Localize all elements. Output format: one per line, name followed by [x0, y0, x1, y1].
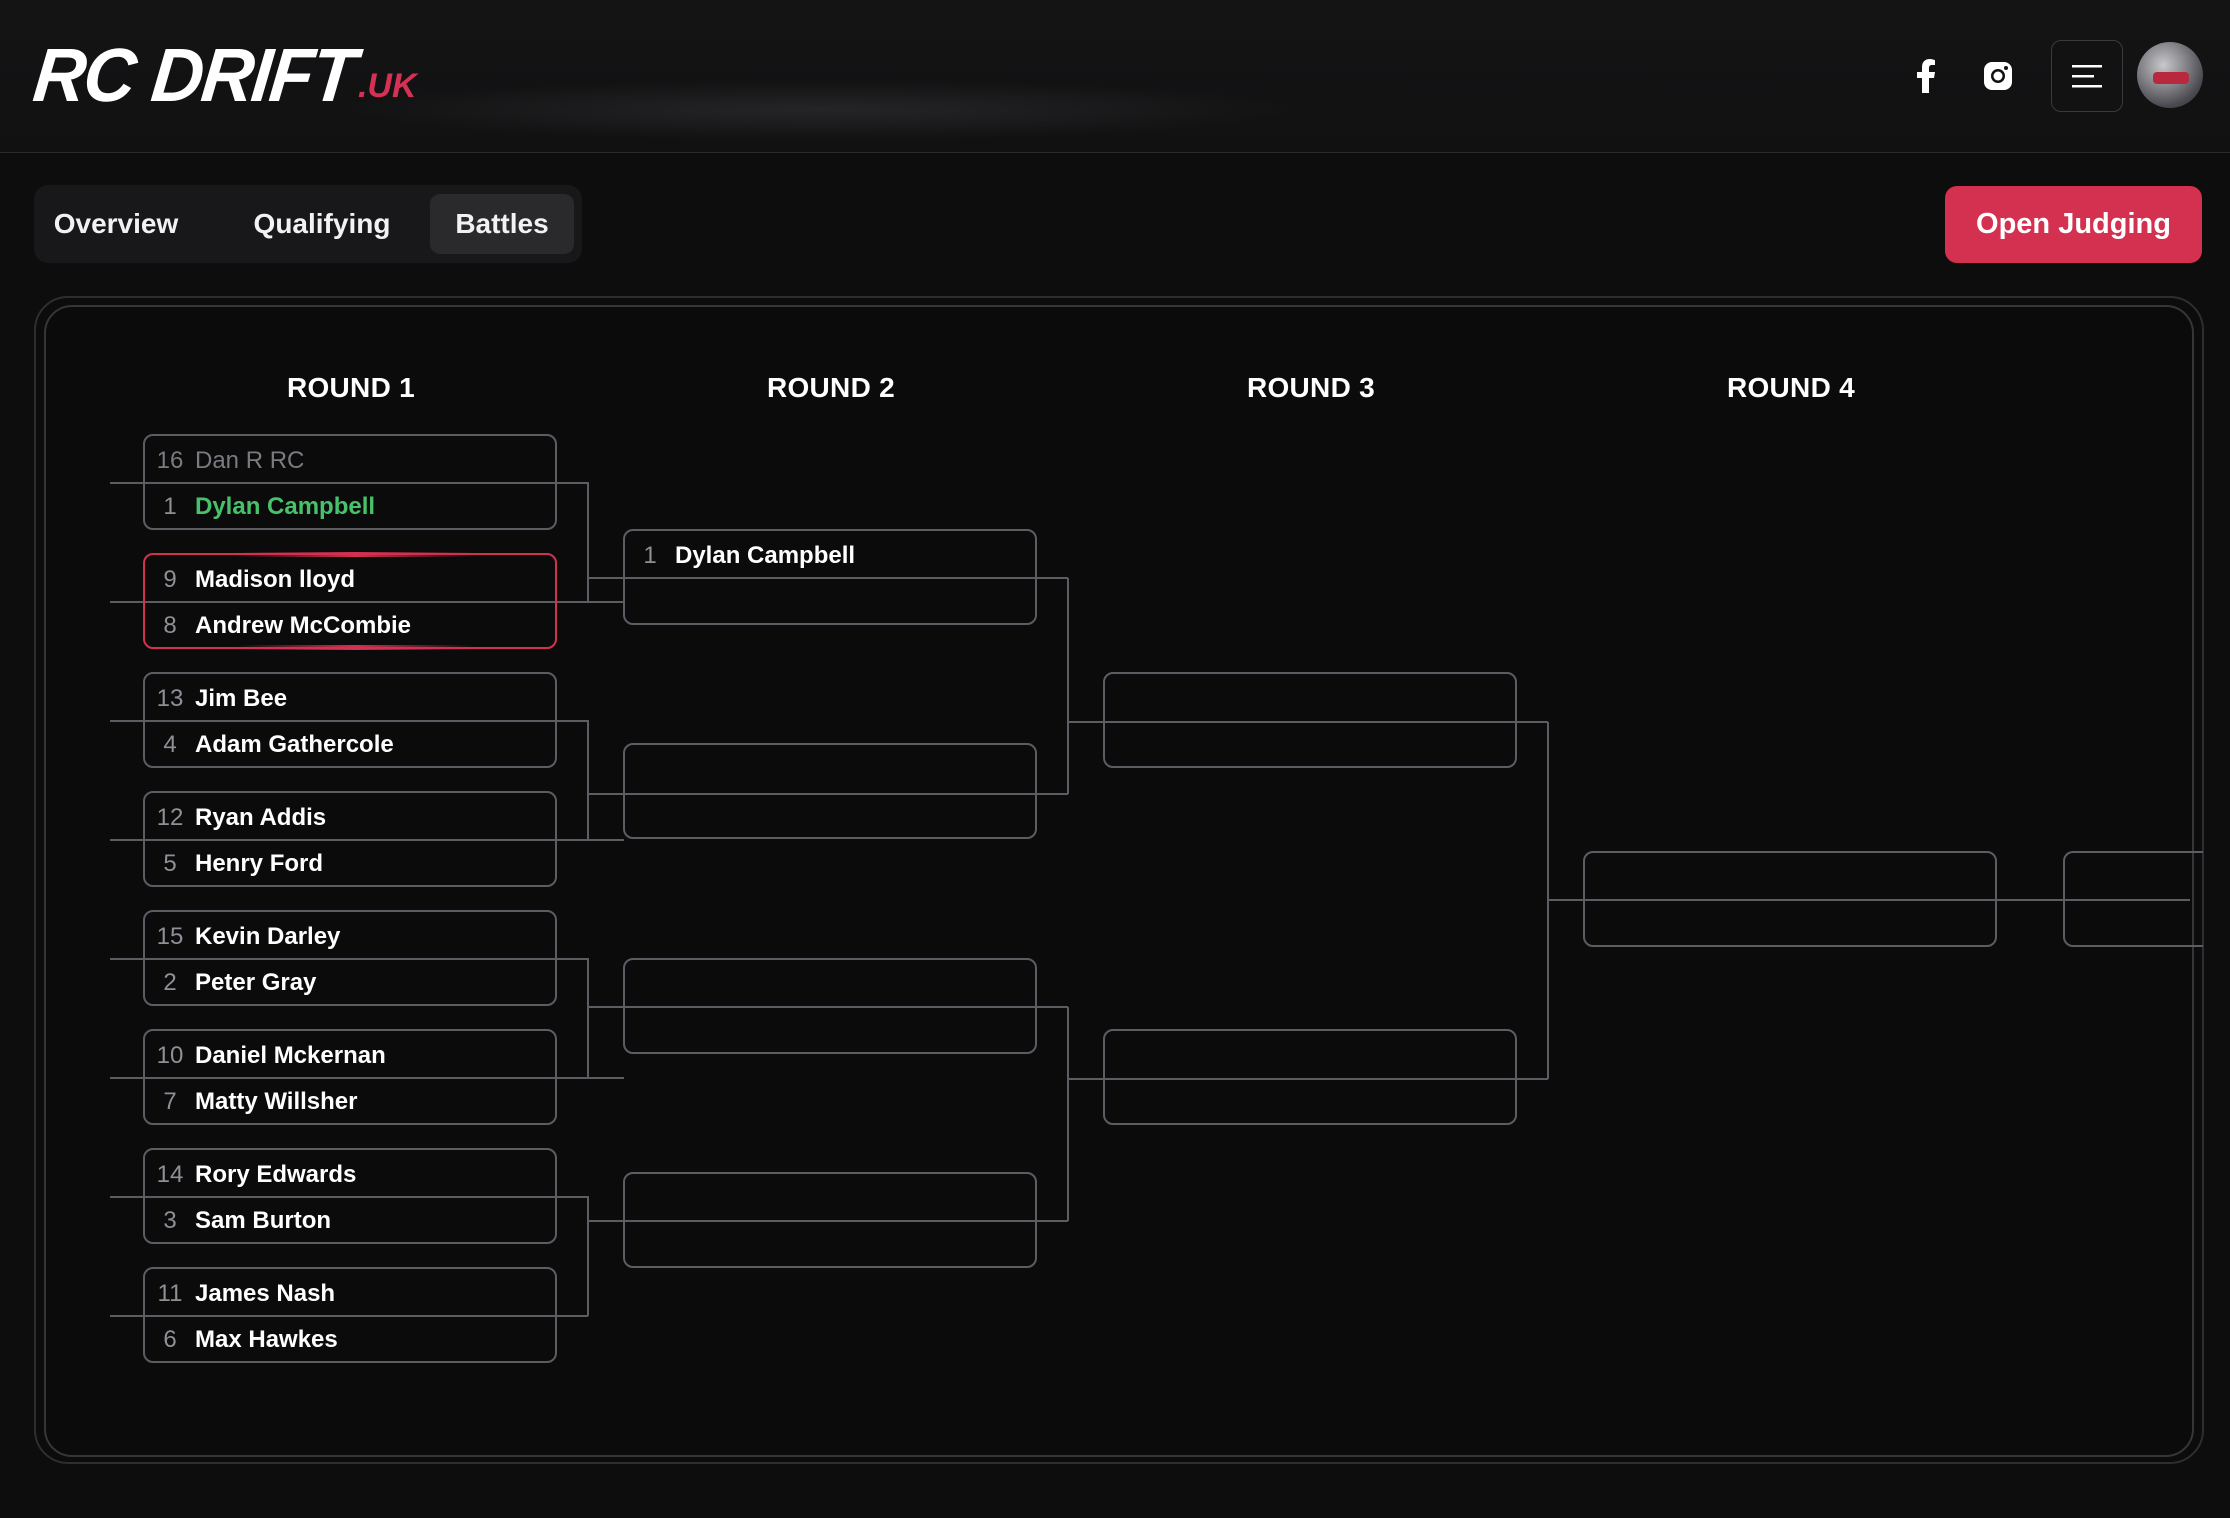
seed-number: 3 — [163, 1207, 177, 1234]
round-2-match[interactable] — [623, 958, 1037, 1054]
final-match[interactable] — [2063, 851, 2203, 947]
round-3-match[interactable] — [1103, 1029, 1517, 1125]
seed-number: 5 — [163, 850, 177, 877]
driver-name: Dylan Campbell — [195, 493, 376, 520]
bracket-slot[interactable] — [1585, 901, 1995, 947]
round-2-match[interactable]: 1 Dylan Campbell — [623, 529, 1037, 625]
round-1-match[interactable]: 11 James Nash 6 Max Hawkes — [143, 1267, 557, 1363]
bracket-slot[interactable] — [1105, 722, 1515, 768]
round-4-match[interactable] — [1583, 851, 1997, 947]
bracket-slot[interactable] — [625, 1222, 1035, 1268]
driver-name: Andrew McCombie — [195, 612, 412, 639]
driver-name: Adam Gathercole — [195, 731, 394, 758]
bracket-slot[interactable] — [625, 962, 1035, 1008]
bracket-slot[interactable] — [625, 747, 1035, 793]
bracket-slot[interactable]: 3 Sam Burton — [145, 1198, 555, 1244]
bracket-slot[interactable]: 2 Peter Gray — [145, 960, 555, 1006]
bracket-slot[interactable] — [2065, 901, 2203, 947]
round-1-match[interactable]: 10 Daniel Mckernan 7 Matty Willsher — [143, 1029, 557, 1125]
seed-number: 9 — [163, 566, 177, 593]
round-1-match[interactable]: 15 Kevin Darley 2 Peter Gray — [143, 910, 557, 1006]
driver-name: Dan R RC — [195, 447, 305, 474]
seed-number: 2 — [163, 969, 177, 996]
seed-number: 8 — [163, 612, 177, 639]
bracket-slot[interactable]: 13 Jim Bee — [145, 676, 555, 722]
seed-number: 1 — [643, 542, 657, 569]
bracket-slot[interactable] — [1105, 1033, 1515, 1079]
driver-name: Daniel Mckernan — [195, 1042, 386, 1069]
driver-name: Jim Bee — [195, 685, 288, 712]
driver-name: Ryan Addis — [195, 804, 327, 831]
bracket-slot[interactable]: 11 James Nash — [145, 1271, 555, 1317]
driver-name: Kevin Darley — [195, 923, 341, 950]
bracket-slot[interactable] — [625, 1008, 1035, 1054]
bracket-slot[interactable] — [1105, 676, 1515, 722]
bracket-slot[interactable] — [625, 1176, 1035, 1222]
driver-name: Rory Edwards — [195, 1161, 357, 1188]
bracket-slot[interactable]: 14 Rory Edwards — [145, 1152, 555, 1198]
driver-name: Madison lloyd — [195, 566, 356, 593]
bracket-slot[interactable]: 1 Dylan Campbell — [625, 533, 1035, 579]
round-2-match[interactable] — [623, 1172, 1037, 1268]
driver-name: Henry Ford — [195, 850, 324, 877]
round-1-match[interactable]: 9 Madison lloyd 8 Andrew McCombie — [143, 552, 557, 650]
bracket-slot[interactable]: 6 Max Hawkes — [145, 1317, 555, 1363]
round-3-match[interactable] — [1103, 672, 1517, 768]
seed-number: 11 — [157, 1280, 183, 1307]
bracket-slot[interactable] — [2065, 855, 2203, 901]
seed-number: 13 — [156, 685, 184, 712]
bracket-slot[interactable] — [625, 793, 1035, 839]
bracket-slot[interactable] — [1105, 1079, 1515, 1125]
bracket-slot[interactable]: 8 Andrew McCombie — [145, 603, 555, 649]
round-1-match[interactable]: 12 Ryan Addis 5 Henry Ford — [143, 791, 557, 887]
seed-number: 10 — [156, 1042, 184, 1069]
bracket-slot[interactable]: 16 Dan R RC — [145, 438, 555, 484]
seed-number: 6 — [163, 1326, 177, 1353]
bracket-slot[interactable]: 7 Matty Willsher — [145, 1079, 555, 1125]
round-1-match[interactable]: 16 Dan R RC 1 Dylan Campbell — [143, 434, 557, 530]
seed-number: 14 — [156, 1161, 184, 1188]
round-1-match[interactable]: 13 Jim Bee 4 Adam Gathercole — [143, 672, 557, 768]
bracket-slot[interactable]: 4 Adam Gathercole — [145, 722, 555, 768]
bracket-slot[interactable]: 12 Ryan Addis — [145, 795, 555, 841]
driver-name: James Nash — [195, 1280, 336, 1307]
seed-number: 1 — [163, 493, 177, 520]
seed-number: 15 — [156, 923, 184, 950]
bracket-slot[interactable]: 9 Madison lloyd — [145, 557, 555, 603]
round-2-match[interactable] — [623, 743, 1037, 839]
bracket-slot[interactable] — [1585, 855, 1995, 901]
seed-number: 16 — [156, 447, 184, 474]
driver-name: Max Hawkes — [195, 1326, 338, 1353]
seed-number: 7 — [163, 1088, 177, 1115]
driver-name: Dylan Campbell — [675, 542, 856, 569]
driver-name: Sam Burton — [195, 1207, 332, 1234]
bracket-slot[interactable]: 1 Dylan Campbell — [145, 484, 555, 530]
bracket-slot[interactable]: 15 Kevin Darley — [145, 914, 555, 960]
seed-number: 12 — [156, 804, 184, 831]
seed-number: 4 — [163, 731, 177, 758]
driver-name: Matty Willsher — [195, 1088, 358, 1115]
bracket-slot[interactable]: 5 Henry Ford — [145, 841, 555, 887]
round-1-match[interactable]: 14 Rory Edwards 3 Sam Burton — [143, 1148, 557, 1244]
driver-name: Peter Gray — [195, 969, 317, 996]
bracket-slot[interactable] — [625, 579, 1035, 625]
bracket-slot[interactable]: 10 Daniel Mckernan — [145, 1033, 555, 1079]
